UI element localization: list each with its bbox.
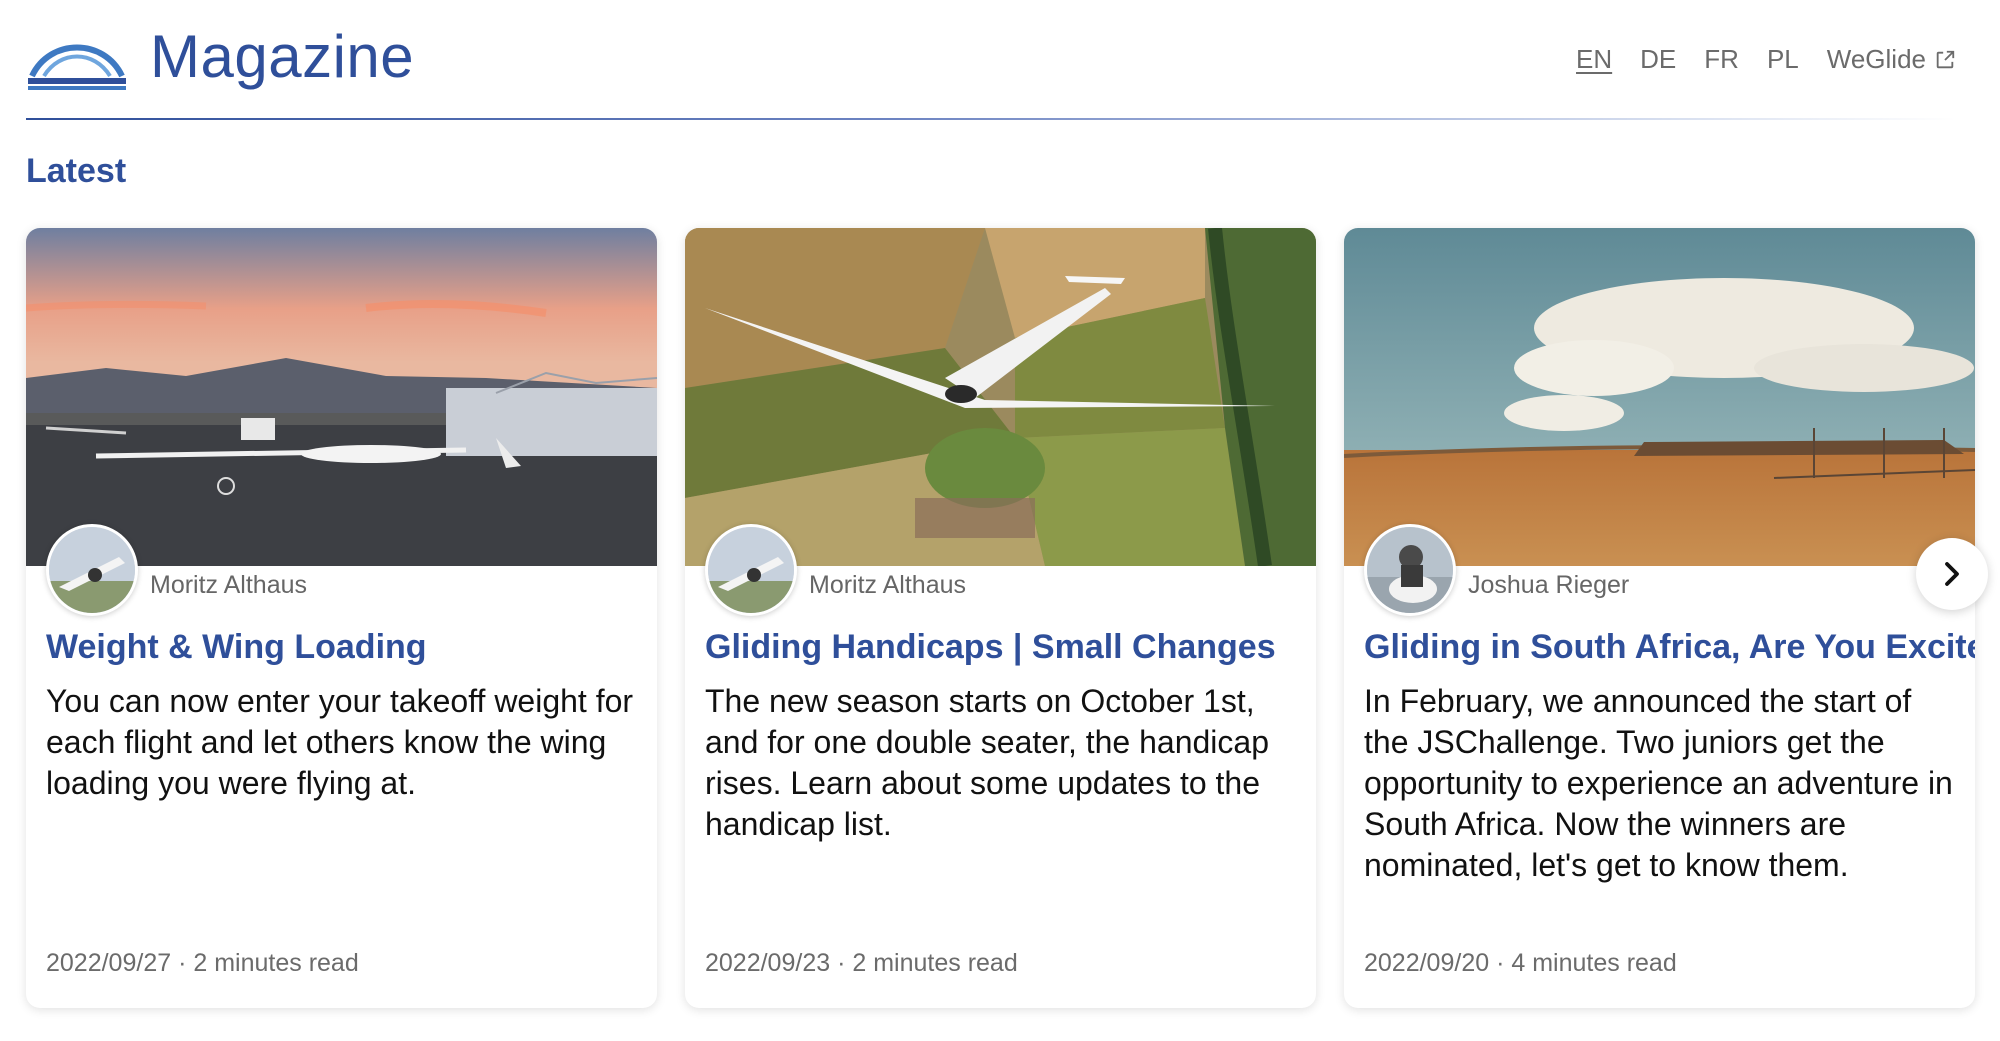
article-excerpt: You can now enter your takeoff weight fo… <box>46 683 634 801</box>
article-date: 2022/09/23 <box>705 949 831 977</box>
magazine-logo-icon[interactable] <box>26 34 128 92</box>
article-date: 2022/09/27 <box>46 949 172 977</box>
lang-pl-link[interactable]: PL <box>1767 44 1799 75</box>
article-meta: 2022/09/23 · 2 minutes read <box>705 949 1018 978</box>
article-meta: 2022/09/20 · 4 minutes read <box>1364 949 1677 978</box>
author-avatar[interactable] <box>1364 524 1456 616</box>
meta-separator: · <box>837 949 853 977</box>
chevron-right-icon <box>1945 562 1959 586</box>
meta-separator: · <box>178 949 194 977</box>
carousel-next-button[interactable] <box>1916 538 1988 610</box>
meta-separator: · <box>1496 949 1512 977</box>
article-read-time: 2 minutes read <box>852 949 1018 977</box>
article-excerpt: The new season starts on October 1st, an… <box>705 683 1269 842</box>
article-title[interactable]: Gliding Handicaps | Small Changes <box>705 628 1306 667</box>
lang-en-link[interactable]: EN <box>1576 44 1612 75</box>
author-name[interactable]: Moritz Althaus <box>150 571 307 600</box>
article-card[interactable]: Joshua Rieger Gliding in South Africa, A… <box>1344 228 1975 1008</box>
external-link-icon <box>1936 50 1955 68</box>
article-image-glider-flight[interactable] <box>685 228 1316 566</box>
article-read-time: 4 minutes read <box>1511 949 1677 977</box>
article-image-glider-runway[interactable] <box>26 228 657 566</box>
article-carousel: Moritz Althaus Weight & Wing Loading You… <box>26 228 1976 1010</box>
author-name[interactable]: Joshua Rieger <box>1468 571 1629 600</box>
article-excerpt: In February, we announced the start of t… <box>1364 683 1953 883</box>
lang-de-link[interactable]: DE <box>1640 44 1676 75</box>
article-title[interactable]: Weight & Wing Loading <box>46 628 647 667</box>
header-divider <box>26 118 1956 120</box>
article-meta: 2022/09/27 · 2 minutes read <box>46 949 359 978</box>
language-nav: EN DE FR PL WeGlide <box>1576 44 1956 75</box>
section-title-latest: Latest <box>26 152 127 190</box>
brand-title[interactable]: Magazine <box>150 22 414 91</box>
article-date: 2022/09/20 <box>1364 949 1490 977</box>
author-avatar[interactable] <box>46 524 138 616</box>
article-read-time: 2 minutes read <box>193 949 359 977</box>
author-name[interactable]: Moritz Althaus <box>809 571 966 600</box>
article-card[interactable]: Moritz Althaus Weight & Wing Loading You… <box>26 228 657 1008</box>
author-avatar[interactable] <box>705 524 797 616</box>
lang-fr-link[interactable]: FR <box>1704 44 1739 75</box>
article-title[interactable]: Gliding in South Africa, Are You Excited… <box>1364 628 1975 667</box>
article-image-savanna[interactable] <box>1344 228 1975 566</box>
weglide-link-label: WeGlide <box>1826 44 1926 74</box>
article-card[interactable]: Moritz Althaus Gliding Handicaps | Small… <box>685 228 1316 1008</box>
site-header: Magazine EN DE FR PL WeGlide <box>26 20 1956 120</box>
weglide-external-link[interactable]: WeGlide <box>1827 44 1956 75</box>
